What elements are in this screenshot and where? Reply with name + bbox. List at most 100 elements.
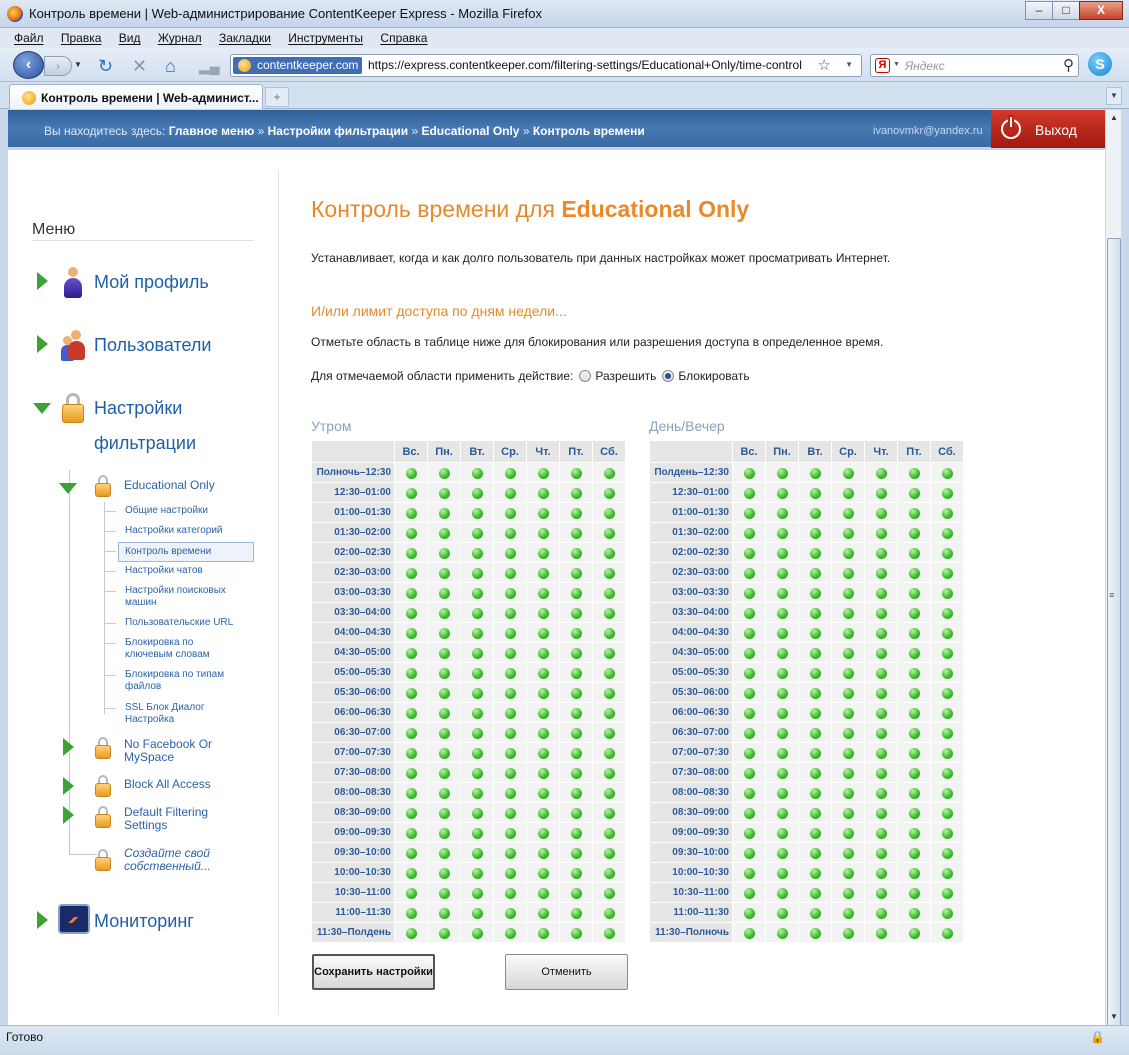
time-cell[interactable]	[527, 923, 559, 942]
time-cell[interactable]	[461, 863, 493, 882]
time-cell[interactable]	[527, 803, 559, 822]
time-cell[interactable]	[395, 843, 427, 862]
time-cell[interactable]	[766, 663, 798, 682]
time-cell[interactable]	[865, 883, 897, 902]
profile-create-new-line2[interactable]: собственный...	[124, 860, 211, 873]
time-cell[interactable]	[494, 603, 526, 622]
search-bar[interactable]: Я ▼ Яндекс ⚲	[870, 54, 1079, 77]
time-cell[interactable]	[931, 863, 963, 882]
time-cell[interactable]	[799, 723, 831, 742]
day-header[interactable]: Вс.	[395, 441, 427, 462]
time-cell[interactable]	[733, 723, 765, 742]
time-cell[interactable]	[799, 823, 831, 842]
time-cell[interactable]	[428, 643, 460, 662]
time-cell[interactable]	[898, 543, 930, 562]
time-cell[interactable]	[593, 743, 625, 762]
time-cell[interactable]	[931, 603, 963, 622]
breadcrumb-main-menu[interactable]: Главное меню	[169, 124, 255, 138]
block-radio[interactable]	[662, 370, 675, 382]
time-cell[interactable]	[428, 783, 460, 802]
menu-tools[interactable]: Инструменты	[288, 28, 363, 45]
expand-arrow-icon[interactable]	[63, 738, 74, 756]
time-cell[interactable]	[494, 723, 526, 742]
time-cell[interactable]	[865, 543, 897, 562]
time-cell[interactable]	[560, 823, 592, 842]
time-cell[interactable]	[799, 783, 831, 802]
menu-file[interactable]: Файл	[14, 28, 44, 45]
time-slot-label[interactable]: 02:30–03:00	[312, 563, 394, 582]
time-cell[interactable]	[931, 843, 963, 862]
time-cell[interactable]	[494, 503, 526, 522]
time-cell[interactable]	[461, 923, 493, 942]
time-cell[interactable]	[931, 483, 963, 502]
time-cell[interactable]	[593, 863, 625, 882]
time-cell[interactable]	[461, 523, 493, 542]
time-cell[interactable]	[461, 683, 493, 702]
time-cell[interactable]	[865, 763, 897, 782]
time-cell[interactable]	[461, 823, 493, 842]
time-cell[interactable]	[799, 523, 831, 542]
time-cell[interactable]	[428, 883, 460, 902]
time-cell[interactable]	[799, 843, 831, 862]
time-cell[interactable]	[560, 603, 592, 622]
time-cell[interactable]	[865, 643, 897, 662]
time-cell[interactable]	[766, 623, 798, 642]
time-cell[interactable]	[766, 803, 798, 822]
time-cell[interactable]	[560, 563, 592, 582]
time-cell[interactable]	[799, 863, 831, 882]
sub-link-custom-urls[interactable]: Пользовательские URL	[125, 617, 233, 629]
time-cell[interactable]	[832, 623, 864, 642]
search-input[interactable]: Яндекс	[905, 59, 945, 73]
time-cell[interactable]	[766, 643, 798, 662]
time-cell[interactable]	[733, 803, 765, 822]
menu-view[interactable]: Вид	[119, 28, 141, 45]
time-slot-label[interactable]: 02:30–03:00	[650, 563, 732, 582]
time-cell[interactable]	[527, 683, 559, 702]
time-cell[interactable]	[799, 563, 831, 582]
time-slot-label[interactable]: Полдень–12:30	[650, 463, 732, 482]
time-cell[interactable]	[799, 583, 831, 602]
time-slot-label[interactable]: 11:30–Полдень	[312, 923, 394, 942]
time-cell[interactable]	[799, 903, 831, 922]
time-cell[interactable]	[593, 603, 625, 622]
day-header[interactable]: Вт.	[799, 441, 831, 462]
time-cell[interactable]	[799, 463, 831, 482]
time-cell[interactable]	[428, 603, 460, 622]
time-cell[interactable]	[799, 503, 831, 522]
tab-active[interactable]: Контроль времени | Web-админист...	[9, 84, 263, 109]
time-slot-label[interactable]: 04:30–05:00	[312, 643, 394, 662]
skype-icon[interactable]: S	[1088, 52, 1112, 76]
time-cell[interactable]	[461, 603, 493, 622]
time-slot-label[interactable]: 03:00–03:30	[312, 583, 394, 602]
time-cell[interactable]	[931, 823, 963, 842]
time-cell[interactable]	[428, 703, 460, 722]
scroll-down-icon[interactable]: ▼	[1106, 1009, 1122, 1025]
security-lock-icon[interactable]: 🔒	[1090, 1030, 1105, 1044]
time-cell[interactable]	[931, 723, 963, 742]
time-cell[interactable]	[865, 563, 897, 582]
time-cell[interactable]	[527, 783, 559, 802]
time-cell[interactable]	[865, 683, 897, 702]
time-cell[interactable]	[527, 623, 559, 642]
time-cell[interactable]	[898, 823, 930, 842]
time-cell[interactable]	[593, 823, 625, 842]
time-slot-label[interactable]: 12:30–01:00	[312, 483, 394, 502]
time-cell[interactable]	[766, 723, 798, 742]
time-cell[interactable]	[799, 743, 831, 762]
time-cell[interactable]	[395, 683, 427, 702]
time-cell[interactable]	[428, 523, 460, 542]
time-cell[interactable]	[832, 563, 864, 582]
sub-link-file-types-line2[interactable]: файлов	[125, 681, 161, 693]
time-cell[interactable]	[799, 703, 831, 722]
time-cell[interactable]	[494, 843, 526, 862]
close-button[interactable]: X	[1079, 1, 1123, 20]
time-cell[interactable]	[494, 763, 526, 782]
time-cell[interactable]	[560, 763, 592, 782]
day-header[interactable]: Пт.	[898, 441, 930, 462]
time-cell[interactable]	[865, 783, 897, 802]
time-cell[interactable]	[898, 563, 930, 582]
time-cell[interactable]	[832, 523, 864, 542]
time-cell[interactable]	[461, 703, 493, 722]
time-cell[interactable]	[898, 783, 930, 802]
time-slot-label[interactable]: 09:30–10:00	[650, 843, 732, 862]
